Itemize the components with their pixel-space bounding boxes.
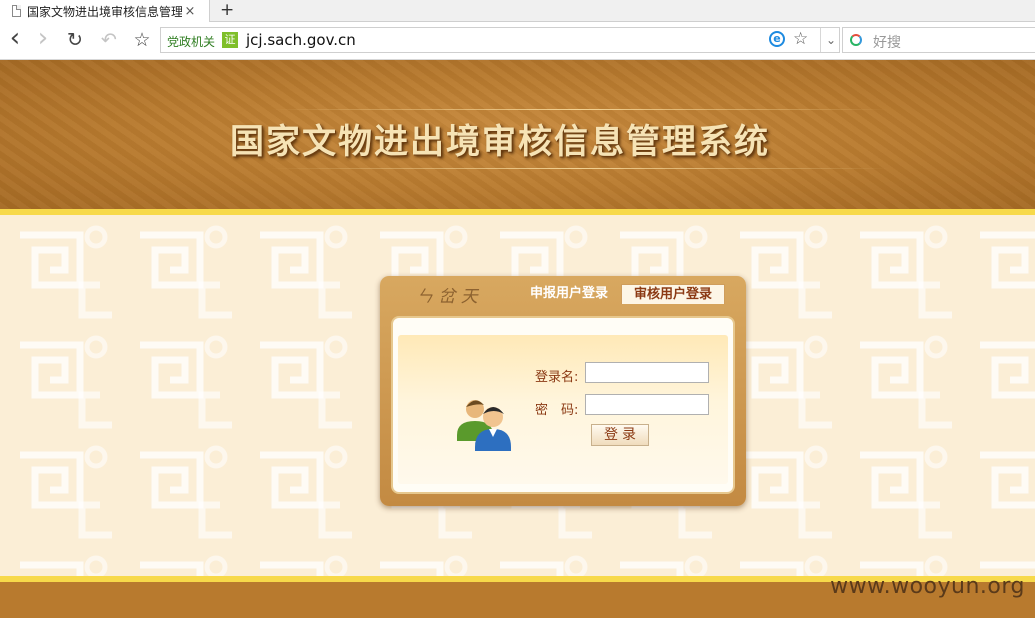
login-form: 登录名: 密 码: bbox=[398, 335, 728, 484]
favorite-star-icon[interactable]: ☆ bbox=[793, 29, 808, 49]
certificate-badge[interactable]: 证 bbox=[222, 32, 238, 48]
browser-tab[interactable]: 国家文物进出境审核信息管理 × bbox=[0, 0, 210, 22]
header-banner: 国家文物进出境审核信息管理系统 bbox=[0, 60, 1035, 209]
username-input[interactable] bbox=[585, 362, 709, 383]
users-icon bbox=[457, 400, 511, 451]
ie-icon[interactable]: e bbox=[769, 31, 785, 47]
address-bar[interactable]: 党政机关 证 jcj.sach.gov.cn e ☆ ⌄ bbox=[160, 27, 840, 53]
undo-icon[interactable]: ↶ bbox=[97, 28, 121, 52]
login-panel: 登录名: 密 码: bbox=[391, 316, 735, 494]
tab-bar: 国家文物进出境审核信息管理 × + bbox=[0, 0, 1035, 22]
search-placeholder: 好搜 bbox=[873, 35, 901, 51]
password-label: 密 码: bbox=[535, 403, 579, 418]
gov-label: 党政机关 bbox=[167, 35, 216, 49]
watermark: www.wooyun.org bbox=[830, 574, 1025, 599]
tab-review-login[interactable]: 审核用户登录 bbox=[621, 284, 725, 304]
reload-icon[interactable]: ↻ bbox=[63, 28, 87, 52]
banner-line-top bbox=[270, 109, 890, 110]
back-icon[interactable]: ‹ bbox=[3, 25, 27, 52]
star-icon[interactable]: ☆ bbox=[130, 28, 154, 52]
login-button[interactable]: 登录 bbox=[591, 424, 649, 446]
tab-declare-login[interactable]: 申报用户登录 bbox=[517, 284, 621, 304]
page-icon bbox=[12, 5, 21, 17]
page-title: 国家文物进出境审核信息管理系统 bbox=[230, 122, 770, 162]
search-icon bbox=[850, 34, 862, 46]
username-label: 登录名: bbox=[535, 370, 579, 385]
decorative-script: ㄣ 岔 天 bbox=[416, 287, 478, 307]
banner-line-bottom bbox=[270, 168, 890, 169]
tab-title: 国家文物进出境审核信息管理 bbox=[27, 4, 182, 19]
login-box: ㄣ 岔 天 申报用户登录 审核用户登录 登录名: 密 码: 登录 bbox=[380, 276, 746, 506]
close-icon[interactable]: × bbox=[182, 4, 198, 19]
url-text[interactable]: jcj.sach.gov.cn bbox=[246, 31, 356, 49]
chevron-down-icon[interactable]: ⌄ bbox=[820, 28, 841, 52]
page-content: 国家文物进出境审核信息管理系统 www.wooyun.org ㄣ 岔 天 申报用… bbox=[0, 60, 1035, 618]
search-box[interactable]: 好搜 bbox=[842, 27, 1035, 53]
password-input[interactable] bbox=[585, 394, 709, 415]
navigation-bar: ‹ › ↻ ↶ ☆ 党政机关 证 jcj.sach.gov.cn e ☆ ⌄ 好… bbox=[0, 22, 1035, 60]
new-tab-button[interactable]: + bbox=[220, 0, 234, 22]
forward-icon[interactable]: › bbox=[31, 25, 55, 52]
